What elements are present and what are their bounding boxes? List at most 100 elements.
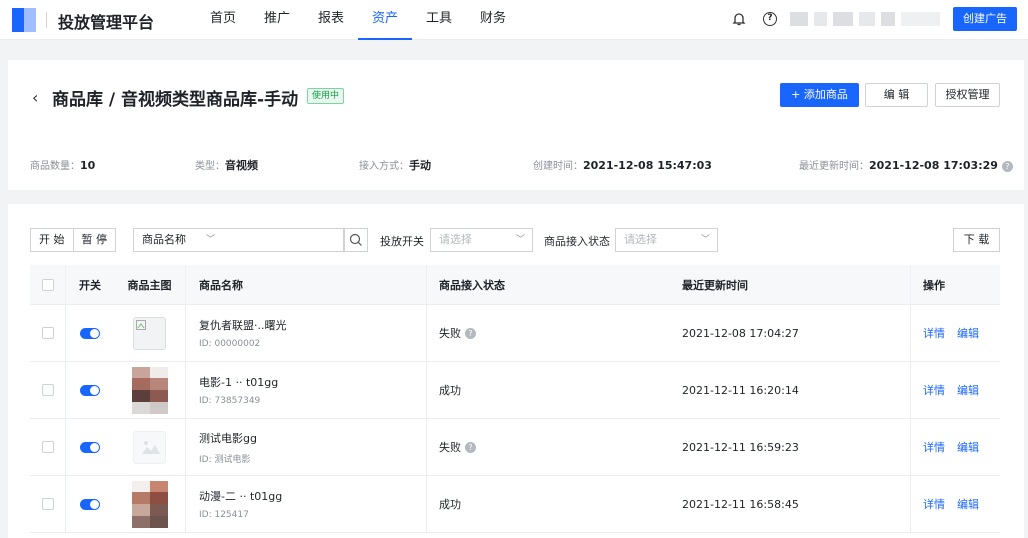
row-image-cell — [114, 419, 186, 475]
question-icon[interactable]: ? — [465, 327, 476, 339]
column-header-name: 商品名称 — [186, 265, 427, 304]
row-name-cell: 复仇者联盟·..曙光 ID: 00000002 — [186, 305, 427, 361]
create-ad-button[interactable]: 创建广告 — [953, 7, 1017, 31]
back-icon[interactable]: ‹ — [32, 88, 38, 107]
help-icon[interactable]: ? — [763, 12, 777, 26]
user-account-blurred[interactable] — [790, 8, 940, 30]
row-name-cell: 电影-1 ·· t01gg ID: 73857349 — [186, 362, 427, 418]
add-product-button[interactable]: + 添加商品 — [780, 83, 859, 107]
row-switch-cell — [66, 362, 114, 418]
edit-link[interactable]: 编辑 — [957, 325, 979, 341]
row-checkbox-cell — [30, 305, 66, 361]
edit-button[interactable]: 编 辑 — [865, 83, 928, 107]
meta-type: 类型：音视频 — [195, 159, 258, 172]
switch-filter-label: 投放开关 — [380, 235, 424, 248]
row-checkbox[interactable] — [41, 498, 54, 510]
download-button[interactable]: 下 载 — [953, 228, 1000, 252]
chevron-down-icon: ﹀ — [205, 235, 215, 245]
delivery-toggle[interactable] — [80, 384, 100, 396]
detail-link[interactable]: 详情 — [923, 439, 945, 455]
row-time-cell: 2021-12-11 16:58:45 — [682, 497, 799, 511]
chevron-down-icon: ﹀ — [700, 235, 710, 245]
row-name-cell: 测试电影gg ID: 测试电影 — [186, 419, 427, 475]
row-switch-cell — [66, 419, 114, 475]
access-status-filter-label: 商品接入状态 — [544, 235, 610, 248]
nav-item-promotion[interactable]: 推广 — [250, 0, 304, 40]
table-row: 测试电影gg ID: 测试电影 失败? 2021-12-11 16:59:23 详… — [30, 419, 1000, 476]
page-title: 商品库 / 音视频类型商品库-手动 — [52, 90, 299, 110]
edit-link[interactable]: 编辑 — [957, 439, 979, 455]
row-checkbox-cell — [30, 362, 66, 418]
nav-item-assets[interactable]: 资产 — [358, 0, 412, 40]
broken-image-icon — [133, 316, 166, 350]
product-thumbnail — [131, 480, 168, 528]
row-switch-cell — [66, 476, 114, 532]
detail-link[interactable]: 详情 — [923, 382, 945, 398]
logo-icon[interactable] — [12, 8, 36, 32]
authorization-button[interactable]: 授权管理 — [935, 83, 1000, 107]
bell-icon[interactable] — [731, 11, 747, 27]
delivery-toggle[interactable] — [80, 327, 100, 339]
row-checkbox[interactable] — [41, 441, 54, 453]
product-thumbnail — [131, 366, 168, 414]
pause-button[interactable]: 暂 停 — [73, 228, 116, 252]
row-time-cell: 2021-12-11 16:59:23 — [682, 440, 799, 454]
search-button[interactable] — [344, 228, 368, 252]
delivery-toggle[interactable] — [80, 441, 100, 453]
row-actions-cell: 详情 编辑 — [910, 419, 1000, 475]
batch-action-group: 开 始 暂 停 — [30, 228, 116, 252]
detail-link[interactable]: 详情 — [923, 325, 945, 341]
row-actions-cell: 详情 编辑 — [910, 305, 1000, 361]
product-table: 开关 商品主图 商品名称 商品接入状态 最近更新时间 操作 复仇者联盟·..曙光… — [30, 265, 1000, 533]
product-name: 动漫-二 ·· t01gg — [199, 490, 283, 503]
row-checkbox[interactable] — [41, 327, 54, 339]
chevron-down-icon: ﹀ — [515, 235, 525, 245]
switch-filter-select[interactable]: 请选择 ﹀ — [430, 228, 533, 252]
table-row: 复仇者联盟·..曙光 ID: 00000002 失败? 2021-12-08 17… — [30, 305, 1000, 362]
image-placeholder-icon — [133, 430, 166, 464]
nav-item-home[interactable]: 首页 — [196, 0, 250, 40]
row-checkbox[interactable] — [41, 384, 54, 396]
select-all-checkbox[interactable] — [41, 278, 54, 291]
top-navigation-bar: 投放管理平台 首页 推广 报表 资产 工具 财务 ? 创建广告 — [0, 0, 1028, 40]
question-icon[interactable]: ? — [465, 441, 476, 453]
access-status: 失败 — [439, 327, 461, 340]
header-checkbox-cell — [30, 265, 66, 304]
nav-item-reports[interactable]: 报表 — [304, 0, 358, 40]
library-header-card: ‹ 商品库 / 音视频类型商品库-手动 使用中 + 添加商品 编 辑 授权管理 … — [8, 60, 1024, 190]
main-nav: 首页 推广 报表 资产 工具 财务 — [196, 0, 520, 40]
table-row: 动漫-二 ·· t01gg ID: 125417 成功 2021-12-11 16… — [30, 476, 1000, 533]
table-header: 开关 商品主图 商品名称 商品接入状态 最近更新时间 操作 — [30, 265, 1000, 305]
nav-item-tools[interactable]: 工具 — [412, 0, 466, 40]
row-checkbox-cell — [30, 476, 66, 532]
row-actions-cell: 详情 编辑 — [910, 476, 1000, 532]
meta-updated-time: 最近更新时间：2021-12-08 17:03:29? — [799, 157, 1013, 172]
search-field-value: 商品名称 — [142, 233, 186, 246]
meta-created-time: 创建时间：2021-12-08 15:47:03 — [533, 159, 712, 172]
product-name: 复仇者联盟·..曙光 — [199, 319, 287, 332]
start-button[interactable]: 开 始 — [30, 228, 74, 252]
search-field-select[interactable]: 商品名称 ﹀ — [133, 228, 223, 252]
row-status-cell: 成功 — [427, 362, 670, 418]
product-id: ID: 测试电影 — [199, 454, 251, 465]
meta-access-method: 接入方式：手动 — [359, 159, 431, 172]
access-status-filter-select[interactable]: 请选择 ﹀ — [615, 228, 718, 252]
access-status: 失败 — [439, 441, 461, 454]
column-header-access-status: 商品接入状态 — [439, 278, 505, 292]
table-row: 电影-1 ·· t01gg ID: 73857349 成功 2021-12-11 … — [30, 362, 1000, 419]
product-id: ID: 125417 — [199, 510, 249, 520]
nav-item-finance[interactable]: 财务 — [466, 0, 520, 40]
detail-link[interactable]: 详情 — [923, 496, 945, 512]
question-icon[interactable]: ? — [1001, 161, 1013, 172]
row-switch-cell — [66, 305, 114, 361]
product-list-card: 开 始 暂 停 商品名称 ﹀ 投放开关 请选择 ﹀ 商品接入状态 请选择 ﹀ 下 载 … — [8, 204, 1024, 538]
row-image-cell — [114, 362, 186, 418]
row-image-cell — [114, 305, 186, 361]
column-header-image: 商品主图 — [114, 265, 186, 304]
row-actions-cell: 详情 编辑 — [910, 362, 1000, 418]
delivery-toggle[interactable] — [80, 498, 100, 510]
search-input[interactable] — [222, 228, 344, 252]
edit-link[interactable]: 编辑 — [957, 382, 979, 398]
edit-link[interactable]: 编辑 — [957, 496, 979, 512]
row-status-cell: 失败? — [427, 419, 670, 475]
